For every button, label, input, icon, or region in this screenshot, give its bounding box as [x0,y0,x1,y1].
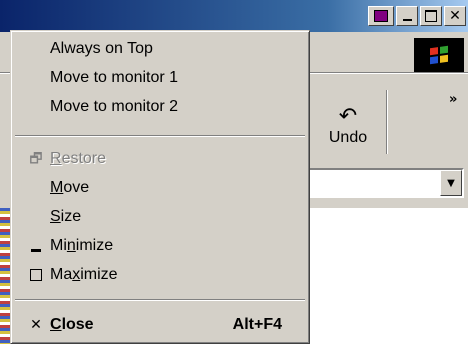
system-menu: Always on Top Move to monitor 1 Move to … [10,30,310,344]
maximize-icon [27,261,45,289]
restore-icon: 🗗 [29,151,43,167]
menu-item-shortcut: Alt+F4 [232,316,282,333]
menu-item-maximize[interactable]: Maximize [11,261,309,289]
menu-item-label: Move to monitor 1 [50,69,179,86]
window-pin-icon [374,10,388,22]
minimize-button[interactable] [396,6,418,26]
undo-icon: ↶ [338,104,358,129]
windows-logo [414,38,464,72]
windows-flag-icon [430,45,448,65]
menu-item-label: Move [50,179,90,196]
menu-item-label: Close [50,316,94,333]
undo-label: Undo [328,129,368,146]
content-edge-strip [0,208,10,344]
address-combo[interactable]: ▼ [300,168,464,198]
menu-item-size[interactable]: Size [11,203,309,231]
close-button[interactable]: ✕ [444,6,466,26]
menu-item-restore[interactable]: 🗗 Restore [11,145,309,173]
menu-item-label: Minimize [50,237,114,254]
menu-item-label: Restore [50,150,107,167]
menu-separator [15,135,305,137]
toolbar-chevron-button[interactable]: » [449,92,457,107]
menu-item-label: Size [50,208,82,225]
undo-button[interactable]: ↶ Undo [310,94,386,158]
maximize-icon [425,10,437,22]
menu-item-move[interactable]: Move [11,174,309,202]
always-on-top-button[interactable] [368,6,394,26]
menu-item-label: Always on Top [50,40,153,57]
close-icon: ✕ [449,8,461,24]
chevron-down-icon: ▼ [447,177,455,189]
menu-item-label: Maximize [50,266,118,283]
menu-item-minimize[interactable]: Minimize [11,232,309,260]
toolbar-separator [386,90,387,154]
menu-separator [15,299,305,301]
close-icon: ✕ [30,317,42,333]
menu-item-label: Move to monitor 2 [50,98,179,115]
minimize-icon [402,19,412,21]
menu-item-always-on-top[interactable]: Always on Top [11,35,309,63]
menu-item-move-monitor-1[interactable]: Move to monitor 1 [11,64,309,92]
title-bar[interactable]: ✕ [0,0,468,32]
minimize-icon [27,232,45,260]
title-bar-buttons: ✕ [368,6,466,26]
menu-item-close[interactable]: ✕ Close Alt+F4 [11,311,309,339]
menu-item-move-monitor-2[interactable]: Move to monitor 2 [11,93,309,121]
maximize-button[interactable] [420,6,442,26]
dropdown-arrow-button[interactable]: ▼ [440,170,462,196]
